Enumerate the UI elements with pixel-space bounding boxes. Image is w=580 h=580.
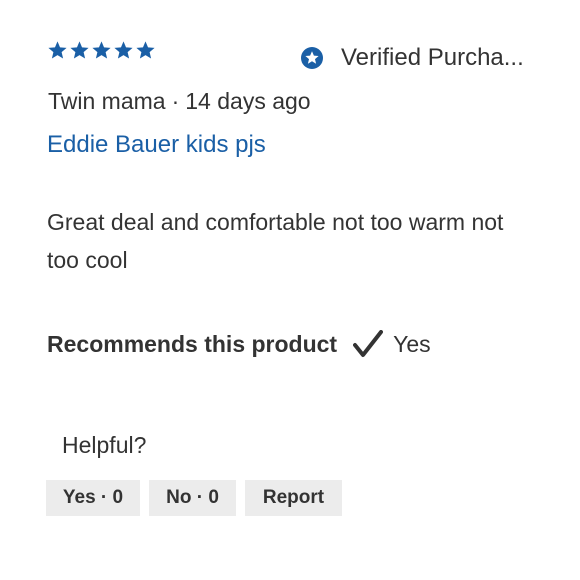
- review-card: Verified Purcha... Twin mama · 14 days ago…: [0, 0, 580, 580]
- review-meta: Twin mama · 14 days ago: [48, 88, 311, 115]
- verified-purchase-badge: Verified Purcha...: [300, 44, 536, 72]
- review-title[interactable]: Eddie Bauer kids pjs: [47, 131, 266, 159]
- star-icon: [114, 41, 133, 59]
- helpful-yes-button[interactable]: Yes · 0: [46, 480, 140, 516]
- star-icon: [136, 41, 155, 59]
- helpful-no-button[interactable]: No · 0: [149, 480, 236, 516]
- star-icon: [70, 41, 89, 59]
- review-date: 14 days ago: [185, 88, 311, 114]
- meta-separator: ·: [171, 88, 180, 114]
- checkmark-icon: [353, 330, 384, 357]
- star-rating: [47, 40, 156, 61]
- helpful-question: Helpful?: [62, 432, 147, 458]
- recommends-product-row: Recommends this product Yes: [47, 330, 431, 358]
- report-button[interactable]: Report: [245, 480, 342, 516]
- recommends-value: Yes: [393, 330, 431, 357]
- review-body: Great deal and comfortable not too warm …: [47, 209, 504, 273]
- star-icon: [48, 41, 67, 59]
- verified-purchase-label: Verified Purcha...: [341, 44, 524, 71]
- feedback-actions: Yes · 0 No · 0 Report: [46, 480, 342, 516]
- star-icon: [92, 41, 111, 59]
- star-badge-icon: [301, 47, 323, 69]
- recommends-label: Recommends this product: [47, 330, 338, 357]
- review-author: Twin mama: [48, 88, 166, 114]
